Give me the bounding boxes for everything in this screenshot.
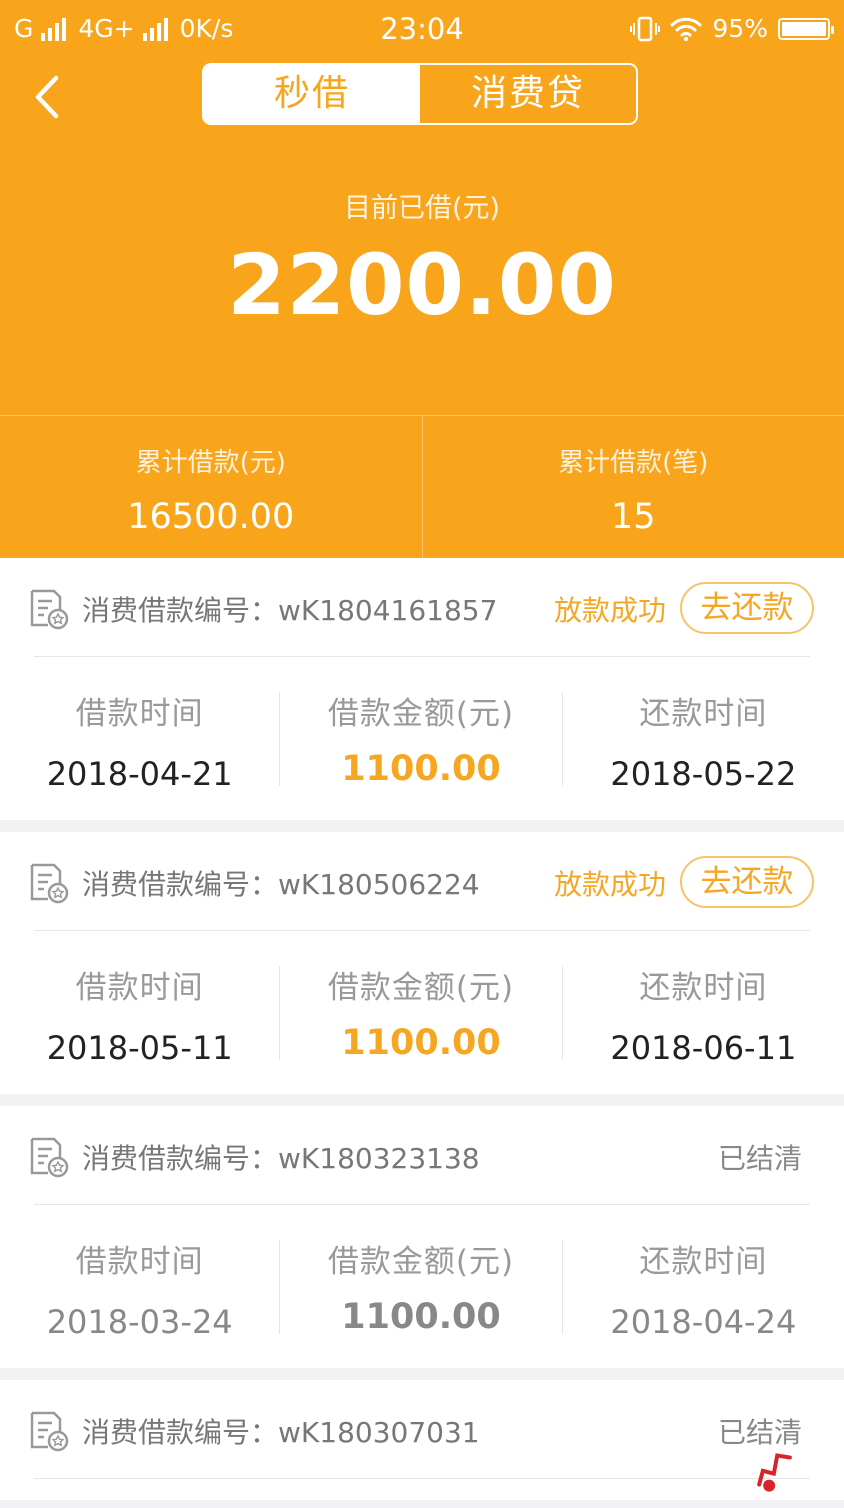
repay-time-label: 还款时间: [563, 688, 844, 733]
repay-time-value: 2018-06-11: [563, 1029, 844, 1067]
loan-card[interactable]: 消费借款编号：wK180307031 已结清: [0, 1380, 844, 1500]
stat-label: 累计借款(元): [0, 442, 422, 479]
loan-number: 消费借款编号：wK180323138: [82, 1137, 480, 1177]
tab-xiaofeidai[interactable]: 消费贷: [420, 65, 636, 123]
vibrate-icon: [630, 16, 660, 42]
repay-time-value: 2018-05-22: [563, 755, 844, 793]
wifi-icon: [670, 16, 702, 42]
borrow-time-label: 借款时间: [0, 688, 279, 733]
stats-row: 累计借款(元) 16500.00 累计借款(笔) 15: [0, 415, 844, 559]
loan-card[interactable]: 消费借款编号：wK180506224 放款成功 去还款 借款时间 2018-05…: [0, 832, 844, 1094]
stat-total-amount: 累计借款(元) 16500.00: [0, 416, 422, 559]
borrow-time-value: 2018-03-24: [0, 1303, 279, 1341]
stat-value: 16500.00: [0, 497, 422, 537]
segmented-tabs: 秒借 消费贷: [202, 63, 638, 125]
repay-time-column: 还款时间 2018-06-11: [563, 930, 844, 1094]
loan-card-header: 消费借款编号：wK180506224 放款成功 去还款: [0, 832, 844, 930]
document-icon: [28, 588, 70, 630]
amount-column: 借款金额(元) 1100.00: [279, 1240, 562, 1334]
loan-card-header: 消费借款编号：wK180323138 已结清: [0, 1106, 844, 1204]
stat-value: 15: [423, 497, 844, 537]
borrow-time-label: 借款时间: [0, 962, 279, 1007]
loan-card[interactable]: 消费借款编号：wK180323138 已结清 借款时间 2018-03-24 借…: [0, 1106, 844, 1368]
battery-icon: [778, 18, 830, 40]
current-borrowed-amount: 2200.00: [0, 236, 844, 334]
repay-time-label: 还款时间: [563, 1236, 844, 1281]
tab-miaojie[interactable]: 秒借: [204, 65, 420, 123]
amount-value: 1100.00: [280, 749, 561, 789]
amount-label: 借款金额(元): [280, 1236, 561, 1281]
back-arrow-icon[interactable]: [30, 72, 76, 122]
repay-time-value: 2018-04-24: [563, 1303, 844, 1341]
repay-button[interactable]: 去还款: [680, 856, 814, 908]
repay-time-column: 还款时间 2018-04-24: [563, 1204, 844, 1368]
amount-value: 1100.00: [280, 1297, 561, 1337]
borrow-time-value: 2018-05-11: [0, 1029, 279, 1067]
divider: [34, 1478, 810, 1479]
document-icon: [28, 1410, 70, 1452]
status-right: 95%: [630, 14, 830, 43]
loan-details: 借款时间 2018-04-21 借款金额(元) 1100.00 还款时间 201…: [0, 656, 844, 820]
repay-button[interactable]: 去还款: [680, 582, 814, 634]
amount-value: 1100.00: [280, 1023, 561, 1063]
loan-number: 消费借款编号：wK180307031: [82, 1411, 480, 1451]
amount-label: 借款金额(元): [280, 962, 561, 1007]
loan-card-header: 消费借款编号：wK180307031 已结清: [0, 1380, 844, 1478]
loan-card-header: 消费借款编号：wK1804161857 放款成功 去还款: [0, 558, 844, 656]
status-bar: G 4G+ 0K/s 23:04 95%: [0, 0, 844, 58]
borrow-time-column: 借款时间 2018-04-21: [0, 656, 279, 820]
amount-column: 借款金额(元) 1100.00: [279, 692, 562, 786]
loan-number: 消费借款编号：wK1804161857: [82, 589, 497, 629]
document-icon: [28, 862, 70, 904]
loan-number: 消费借款编号：wK180506224: [82, 863, 480, 903]
borrow-time-column: 借款时间 2018-03-24: [0, 1204, 279, 1368]
stat-total-count: 累计借款(笔) 15: [422, 416, 844, 559]
amount-column: 借款金额(元) 1100.00: [279, 966, 562, 1060]
borrow-time-value: 2018-04-21: [0, 755, 279, 793]
battery-percent: 95%: [712, 14, 768, 43]
borrow-time-label: 借款时间: [0, 1236, 279, 1281]
borrow-time-column: 借款时间 2018-05-11: [0, 930, 279, 1094]
header: G 4G+ 0K/s 23:04 95% 秒借 消费贷 目前已借(元) 2200…: [0, 0, 844, 558]
repay-time-label: 还款时间: [563, 962, 844, 1007]
stat-label: 累计借款(笔): [423, 442, 844, 479]
loan-details: 借款时间 2018-05-11 借款金额(元) 1100.00 还款时间 201…: [0, 930, 844, 1094]
amount-label: 借款金额(元): [280, 688, 561, 733]
repay-time-column: 还款时间 2018-05-22: [563, 656, 844, 820]
loan-status: 已结清: [718, 1137, 802, 1177]
loan-status: 放款成功: [554, 589, 666, 629]
loan-status: 放款成功: [554, 863, 666, 903]
document-icon: [28, 1136, 70, 1178]
loan-details: 借款时间 2018-03-24 借款金额(元) 1100.00 还款时间 201…: [0, 1204, 844, 1368]
current-borrowed-label: 目前已借(元): [0, 186, 844, 225]
loan-card[interactable]: 消费借款编号：wK1804161857 放款成功 去还款 借款时间 2018-0…: [0, 558, 844, 820]
